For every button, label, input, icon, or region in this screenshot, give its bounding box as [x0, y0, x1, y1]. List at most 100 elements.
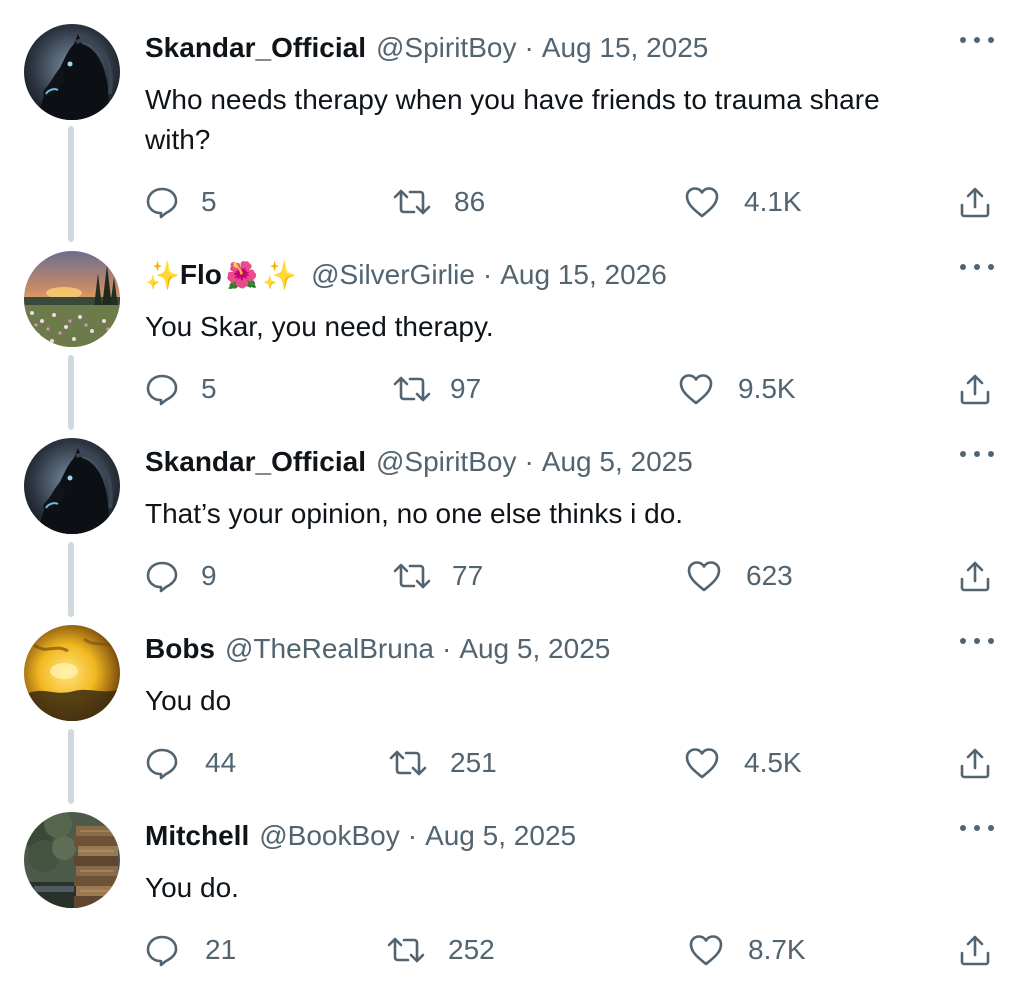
retweet-count: 252	[448, 934, 495, 965]
handle[interactable]: @SpiritBoy	[376, 32, 516, 64]
retweet-icon	[388, 746, 428, 780]
retweet-button[interactable]: 251	[388, 743, 497, 783]
separator-dot: ·	[482, 259, 493, 290]
reply-count: 5	[201, 373, 217, 404]
tweet-header: Bobs @TheRealBruna · Aug 5, 2025	[145, 631, 934, 667]
reply-count: 44	[205, 747, 237, 778]
display-name[interactable]: Skandar_Official	[145, 32, 366, 64]
like-button[interactable]: 623	[686, 556, 793, 596]
timestamp[interactable]: Aug 5, 2025	[425, 820, 576, 852]
sparkle-emoji: ✨	[262, 259, 298, 291]
tweet-actions: 21 252 8.7K	[0, 930, 1024, 970]
more-options-icon[interactable]	[960, 816, 994, 840]
tweet-actions: 9 77 623	[0, 556, 1024, 596]
retweet-button[interactable]: 77	[392, 556, 483, 596]
share-icon	[958, 933, 992, 967]
retweet-button[interactable]: 86	[392, 182, 485, 222]
share-button[interactable]	[958, 930, 992, 970]
like-button[interactable]: 4.1K	[684, 182, 802, 222]
retweet-count: 77	[452, 560, 484, 591]
retweet-icon	[392, 185, 432, 219]
timestamp[interactable]: Aug 5, 2025	[459, 633, 610, 665]
retweet-icon	[392, 559, 432, 593]
like-button[interactable]: 8.7K	[688, 930, 806, 970]
share-button[interactable]	[958, 182, 992, 222]
like-button[interactable]: 9.5K	[678, 369, 796, 409]
avatar-black-horse[interactable]	[24, 24, 120, 120]
flower-emoji: 🌺	[225, 259, 259, 290]
share-icon	[958, 372, 992, 406]
reply-button[interactable]: 21	[145, 930, 236, 970]
tweet-actions: 5 97 9.5K	[0, 369, 1024, 409]
reply-button[interactable]: 9	[145, 556, 217, 596]
share-icon	[958, 746, 992, 780]
reply-button[interactable]: 5	[145, 182, 217, 222]
reply-button[interactable]: 44	[145, 743, 236, 783]
handle[interactable]: @SpiritBoy	[376, 446, 516, 478]
share-icon	[958, 185, 992, 219]
sparkle-emoji: ✨	[145, 259, 180, 291]
display-name[interactable]: Skandar_Official	[145, 446, 366, 478]
reply-icon	[145, 933, 179, 967]
handle[interactable]: @SilverGirlie	[311, 259, 475, 291]
heart-icon	[686, 559, 722, 593]
retweet-count: 251	[450, 747, 497, 778]
display-name[interactable]: Flo	[180, 259, 222, 291]
tweet-text: Who needs therapy when you have friends …	[145, 84, 880, 155]
share-button[interactable]	[958, 743, 992, 783]
reply-icon	[145, 559, 179, 593]
avatar-flower-meadow[interactable]	[24, 251, 120, 347]
more-options-icon[interactable]	[960, 255, 994, 279]
reply-count: 5	[201, 186, 217, 217]
avatar-black-horse[interactable]	[24, 438, 120, 534]
like-count: 8.7K	[748, 934, 806, 965]
retweet-count: 97	[450, 373, 482, 404]
like-count: 4.1K	[744, 186, 802, 217]
avatar-golden-sky[interactable]	[24, 625, 120, 721]
handle[interactable]: @BookBoy	[259, 820, 400, 852]
display-name[interactable]: Mitchell	[145, 820, 249, 852]
more-options-icon[interactable]	[960, 442, 994, 466]
share-button[interactable]	[958, 369, 992, 409]
reply-icon	[145, 185, 179, 219]
tweet-header: Mitchell @BookBoy · Aug 5, 2025	[145, 818, 934, 854]
like-button[interactable]: 4.5K	[684, 743, 802, 783]
tweet-text: You do	[145, 685, 232, 716]
separator-dot: ·	[407, 820, 418, 851]
retweet-button[interactable]: 97	[392, 369, 481, 409]
heart-icon	[688, 933, 724, 967]
tweet-text: You do.	[145, 872, 239, 903]
tweet-header: ✨ Flo 🌺 ✨ @SilverGirlie · Aug 15, 2026	[145, 257, 934, 293]
like-count: 9.5K	[738, 373, 796, 404]
reply-icon	[145, 372, 179, 406]
timestamp[interactable]: Aug 5, 2025	[542, 446, 693, 478]
separator-dot: ·	[524, 32, 534, 63]
share-button[interactable]	[958, 556, 992, 596]
timestamp[interactable]: Aug 15, 2026	[500, 259, 667, 291]
reply-count: 9	[201, 560, 217, 591]
heart-icon	[678, 372, 714, 406]
more-options-icon[interactable]	[960, 28, 994, 52]
more-options-icon[interactable]	[960, 629, 994, 653]
separator-dot: ·	[524, 446, 534, 477]
retweet-button[interactable]: 252	[386, 930, 495, 970]
like-count: 623	[746, 560, 793, 591]
heart-icon	[684, 185, 720, 219]
timestamp[interactable]: Aug 15, 2025	[542, 32, 709, 64]
tweet-actions: 5 86 4.1K	[0, 182, 1024, 222]
tweet-header: Skandar_Official @SpiritBoy · Aug 5, 202…	[145, 444, 934, 480]
retweet-icon	[386, 933, 426, 967]
like-count: 4.5K	[744, 747, 802, 778]
heart-icon	[684, 746, 720, 780]
tweet-actions: 44 251 4.5K	[0, 743, 1024, 783]
tweet-header: Skandar_Official @SpiritBoy · Aug 15, 20…	[145, 30, 934, 66]
retweet-count: 86	[454, 186, 486, 217]
retweet-icon	[392, 372, 432, 406]
share-icon	[958, 559, 992, 593]
tweet-text: That’s your opinion, no one else thinks …	[145, 498, 684, 529]
reply-button[interactable]: 5	[145, 369, 217, 409]
reply-count: 21	[205, 934, 237, 965]
avatar-book-stack[interactable]	[24, 812, 120, 908]
display-name[interactable]: Bobs	[145, 633, 215, 665]
handle[interactable]: @TheRealBruna	[225, 633, 434, 665]
